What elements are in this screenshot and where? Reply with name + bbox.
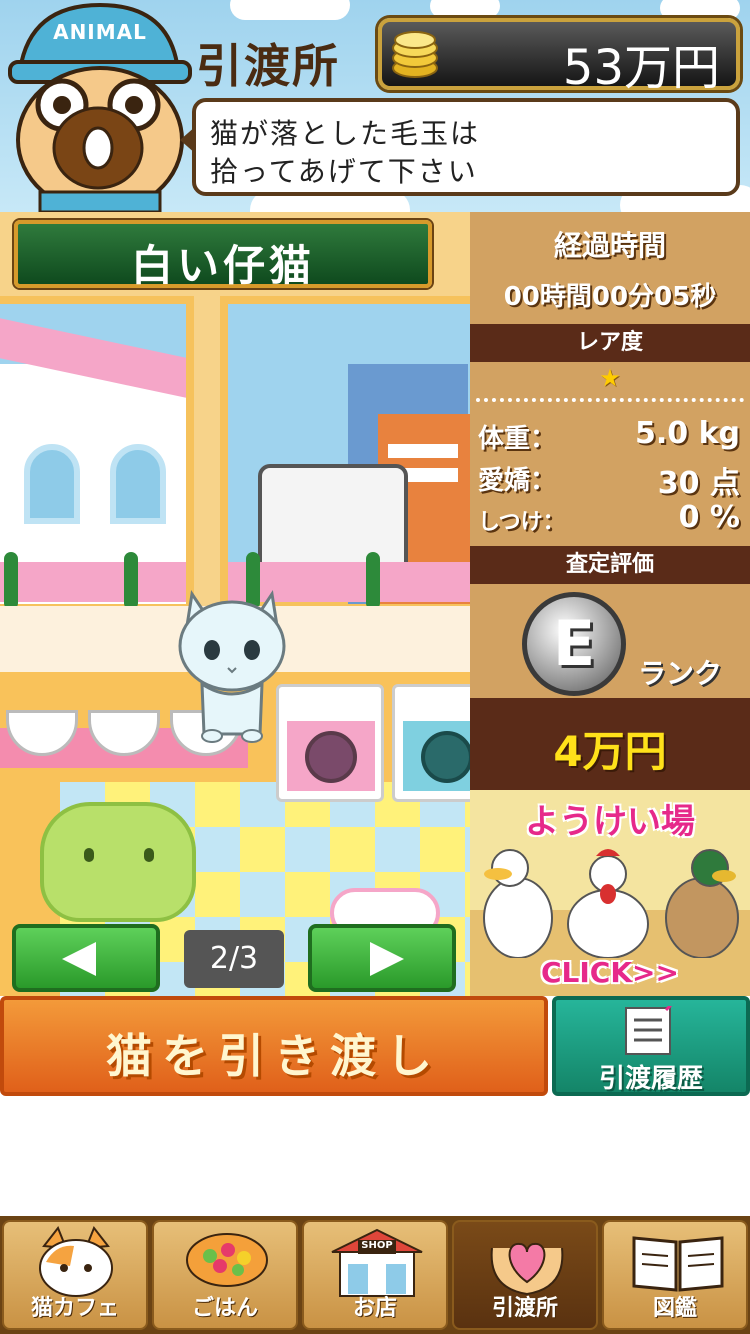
speech-line-1: 猫が落とした毛玉は [210,117,481,150]
page-indicator: 2/3 [184,930,284,988]
tab-label: お店 [352,1296,397,1321]
cloud [230,0,350,20]
arrow-left-icon [62,942,96,976]
tab-label: ごはん [191,1296,258,1321]
tab-label: 猫カフェ [30,1296,119,1321]
heart-hands-icon [490,1242,564,1296]
cat-name-plate: 白い仔猫 [14,220,432,290]
page-title: 引渡所 [196,39,340,93]
handover-label: 猫を引き渡し [106,1029,442,1083]
fence-pink [0,562,186,602]
elapsed-label: 経過時間 [553,229,666,262]
app-screen: ANIMAL 引渡所 53万円 猫が落とした毛玉は 拾ってあげて下さい 白い仔猫… [0,0,750,1334]
handover-cat-button[interactable]: 猫を引き渡し [0,996,548,1096]
cat-scene: 白い仔猫 2/3 [0,212,470,996]
fence-post [4,552,18,610]
book-icon [632,1236,724,1292]
rarity-band: レア度 [470,324,750,362]
training-value: 0 % [678,500,740,535]
tab-label: 図鑑 [652,1296,697,1321]
speech-bubble: 猫が落とした毛玉は 拾ってあげて下さい [192,98,740,196]
arch-window [110,444,166,524]
tab-label: 引渡所 [491,1296,558,1321]
fence-post [366,552,380,610]
food-bowl-icon [186,1233,268,1287]
farm-birds-illustration [483,849,739,958]
ad-title: ようけい場 [525,802,695,842]
cat-face-icon [39,1226,113,1297]
fence-post [124,552,138,610]
cap-text: ANIMAL [53,20,147,44]
info-panel: 経過時間 00時間00分05秒 レア度 ★ 体重： 5.0 kg 愛嬌： 30 … [470,212,750,790]
arrow-right-icon [370,942,404,976]
building-stripe [388,444,458,458]
shop-icon [331,1228,423,1297]
tab-shop[interactable]: SHOP お店 [302,1220,448,1330]
dotted-divider [476,398,744,402]
document-icon [625,1006,673,1055]
rank-letter: E [552,607,596,680]
rank-label: ランク [638,657,723,690]
appliance-teal [392,684,470,802]
coin-stack-icon [392,31,438,78]
prev-cat-button[interactable] [12,924,160,992]
charm-label: 愛嬌： [478,466,557,496]
price-value: 4万円 [553,727,667,776]
money-display: 53万円 [378,18,740,96]
training-label: しつけ： [478,510,565,535]
weight-value: 5.0 kg [634,416,740,451]
appliance-pink [276,684,384,802]
money-amount: 53万円 [562,40,720,96]
ad-cta: CLICK>> [541,956,679,989]
shop-sign: SHOP [361,1240,393,1251]
rank-badge: E [522,592,626,696]
rarity-stars: ★ [599,364,621,392]
header: ANIMAL 引渡所 53万円 猫が落とした毛玉は 拾ってあげて下さい [0,0,750,212]
weight-label: 体重： [478,424,557,454]
tab-handover[interactable]: 引渡所 [452,1220,598,1330]
speech-line-2: 拾ってあげて下さい [210,155,478,188]
cat-cushion [40,802,196,922]
charm-value: 30 点 [657,466,740,501]
handover-history-button[interactable]: 引渡履歴 [552,996,750,1096]
arch-window [24,444,80,524]
price-box: 4万円 [470,698,750,790]
cat-name: 白い仔猫 [130,241,315,290]
elapsed-value: 00時間00分05秒 [503,282,717,312]
farm-ad-banner[interactable]: ようけい場 CLICK>> [470,790,750,996]
cloud [430,0,500,18]
white-kitten [178,589,286,743]
bottom-tab-bar: 猫カフェ ごはん SHOP お店 引渡所 図鑑 [0,1216,750,1334]
tab-encyclopedia[interactable]: 図鑑 [602,1220,748,1330]
next-cat-button[interactable] [308,924,456,992]
tab-cat-cafe[interactable]: 猫カフェ [2,1220,148,1330]
cloud [660,0,740,20]
window-left [0,296,194,606]
tab-food[interactable]: ごはん [152,1220,298,1330]
history-label: 引渡履歴 [598,1064,703,1094]
assessment-band: 査定評価 [470,546,750,584]
